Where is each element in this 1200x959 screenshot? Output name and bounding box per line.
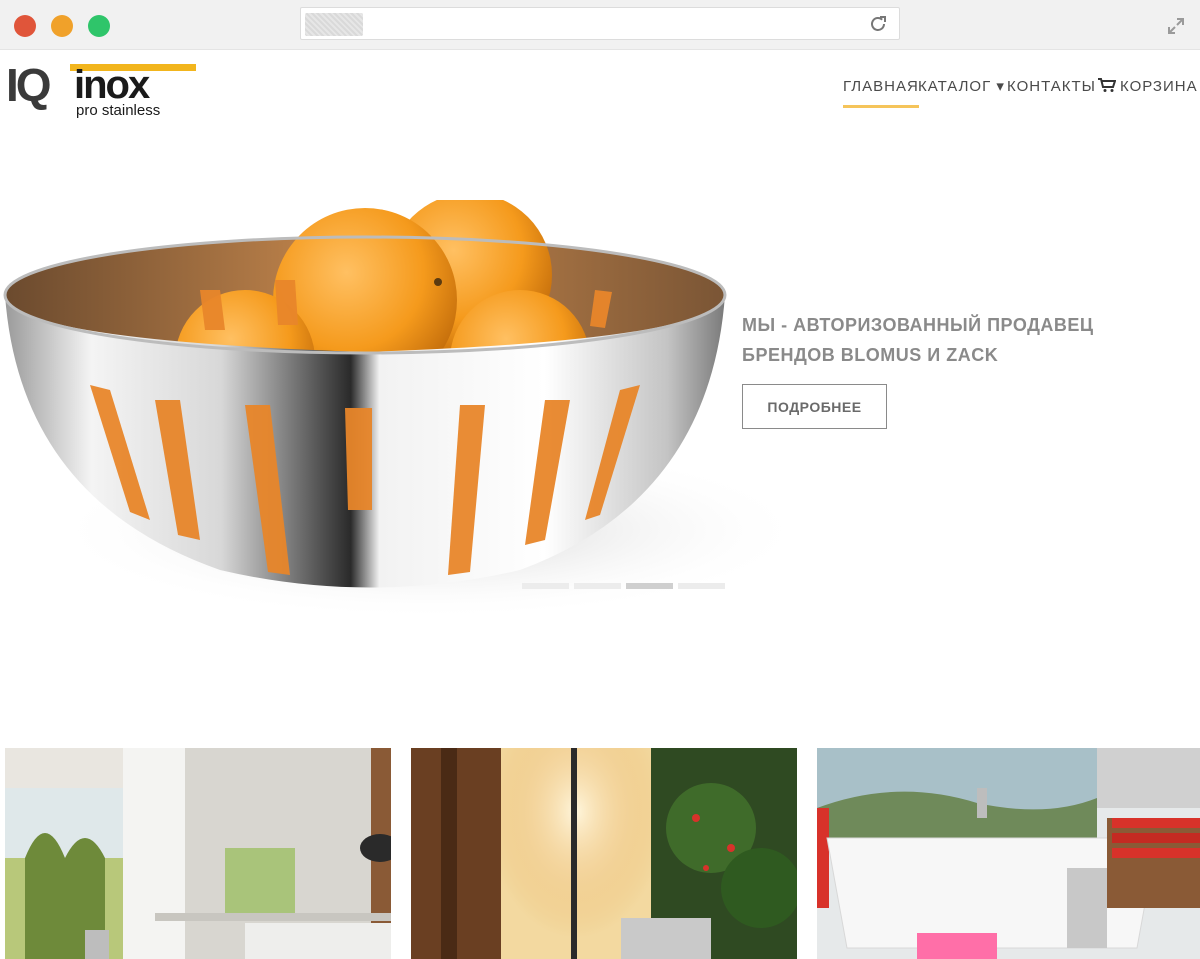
card-sunlit-room[interactable] xyxy=(411,748,797,959)
close-window-button[interactable] xyxy=(14,15,36,37)
card-kitchen[interactable] xyxy=(5,748,391,959)
slide-dot-1[interactable] xyxy=(522,583,569,589)
expand-icon[interactable] xyxy=(1166,16,1186,36)
minimize-window-button[interactable] xyxy=(51,15,73,37)
sunlit-room-interior-image xyxy=(411,748,797,959)
browser-toolbar xyxy=(0,0,1200,50)
logo-tagline: pro stainless xyxy=(76,102,161,119)
slide-dot-2[interactable] xyxy=(574,583,621,589)
slide-dot-4[interactable] xyxy=(678,583,725,589)
logo-inox-text: inox xyxy=(74,63,150,107)
address-bar[interactable] xyxy=(300,7,900,40)
maximize-window-button[interactable] xyxy=(88,15,110,37)
cart-icon xyxy=(1098,78,1116,92)
url-placeholder xyxy=(305,13,363,36)
nav-item-cart[interactable]: КОРЗИНА xyxy=(1098,76,1198,98)
slide-dot-3[interactable] xyxy=(626,583,673,589)
bathroom-interior-image xyxy=(817,748,1200,959)
reload-icon[interactable] xyxy=(867,13,889,35)
more-button[interactable]: ПОДРОБНЕЕ xyxy=(742,384,887,429)
nav-item-contacts[interactable]: КОНТАКТЫ xyxy=(1007,76,1096,98)
kitchen-interior-image xyxy=(5,748,391,959)
nav-cart-label: КОРЗИНА xyxy=(1120,78,1198,95)
logo-iq-text: IQ xyxy=(6,59,52,111)
hero-title: МЫ - АВТОРИЗОВАННЫЙ ПРОДАВЕЦ БРЕНДОВ BLO… xyxy=(742,315,1094,365)
nav-item-catalog[interactable]: КАТАЛОГ ▾ xyxy=(918,76,1005,98)
hero-fruit-bowl-image xyxy=(3,200,810,620)
nav-item-home[interactable]: ГЛАВНАЯ xyxy=(843,76,919,108)
site-logo[interactable]: IQ inox pro stainless xyxy=(6,62,198,122)
card-bathroom[interactable] xyxy=(817,748,1200,959)
